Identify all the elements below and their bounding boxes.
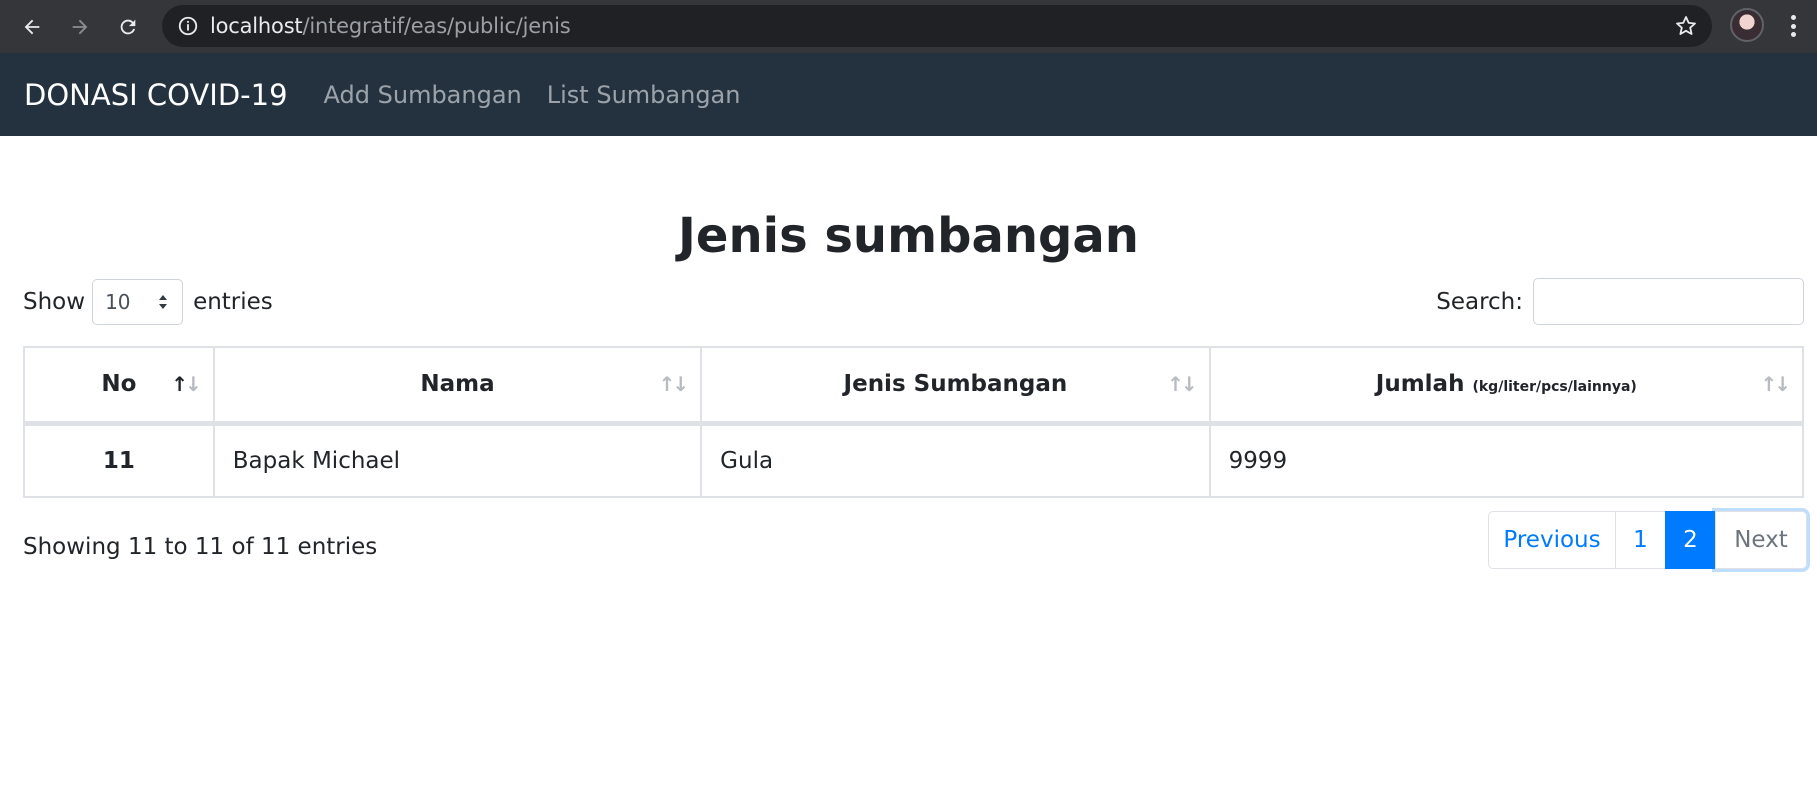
- nav-link-list-sumbangan[interactable]: List Sumbangan: [547, 81, 741, 109]
- info-icon[interactable]: [176, 14, 200, 38]
- browser-toolbar: localhost/integratif/eas/public/jenis: [0, 0, 1817, 53]
- forward-arrow-icon[interactable]: [63, 10, 97, 44]
- column-header-no[interactable]: No ↑↓: [23, 346, 215, 426]
- search-control: Search:: [1436, 278, 1804, 325]
- bookmark-star-icon[interactable]: [1674, 14, 1698, 38]
- reload-icon[interactable]: [111, 10, 145, 44]
- column-header-jenis-label: Jenis Sumbangan: [843, 371, 1068, 398]
- sort-ascending-icon: ↑↓: [171, 372, 201, 396]
- app-navbar: DONASI COVID-19 Add Sumbangan List Sumba…: [0, 53, 1817, 136]
- pagination-page-2[interactable]: 2: [1665, 511, 1716, 569]
- navbar-brand[interactable]: DONASI COVID-19: [24, 78, 288, 112]
- back-arrow-icon[interactable]: [15, 10, 49, 44]
- address-bar[interactable]: localhost/integratif/eas/public/jenis: [162, 5, 1712, 47]
- length-control: Show 10 entries: [23, 279, 273, 325]
- show-label: Show: [23, 289, 86, 315]
- pagination-next[interactable]: Next: [1715, 511, 1807, 569]
- search-input[interactable]: [1533, 278, 1804, 325]
- cell-no: 11: [23, 422, 215, 498]
- sort-icon: ↑↓: [658, 372, 689, 396]
- column-header-jumlah[interactable]: Jumlah (kg/liter/pcs/lainnya) ↑↓: [1208, 346, 1805, 426]
- url-path: /integratif/eas/public/jenis: [302, 14, 571, 38]
- pagination: Previous 1 2 Next: [1488, 511, 1807, 569]
- cell-jumlah: 9999: [1208, 422, 1805, 498]
- column-header-no-label: No: [101, 371, 137, 398]
- page-title: Jenis sumbangan: [678, 208, 1139, 264]
- column-header-jumlah-unit: (kg/liter/pcs/lainnya): [1472, 379, 1637, 396]
- cell-nama: Bapak Michael: [212, 422, 703, 498]
- entries-label: entries: [193, 289, 273, 315]
- entries-select-value: 10: [105, 290, 131, 314]
- pagination-page-1[interactable]: 1: [1615, 511, 1666, 569]
- profile-avatar[interactable]: [1730, 8, 1764, 42]
- search-label: Search:: [1436, 288, 1523, 315]
- cell-jenis: Gula: [700, 422, 1211, 498]
- column-header-nama[interactable]: Nama ↑↓: [212, 346, 703, 426]
- column-header-nama-label: Nama: [420, 371, 495, 398]
- table-row: 11 Bapak Michael Gula 9999: [23, 422, 1805, 498]
- nav-link-add-sumbangan[interactable]: Add Sumbangan: [324, 81, 522, 109]
- more-menu-icon[interactable]: [1783, 12, 1803, 40]
- select-caret-icon: [159, 295, 168, 309]
- url-text: localhost/integratif/eas/public/jenis: [210, 14, 571, 38]
- table-header-row: No ↑↓ Nama ↑↓ Jenis Sumbangan ↑↓ Jumlah …: [23, 346, 1805, 426]
- jenis-table: No ↑↓ Nama ↑↓ Jenis Sumbangan ↑↓ Jumlah …: [23, 346, 1805, 498]
- column-header-jenis[interactable]: Jenis Sumbangan ↑↓: [700, 346, 1211, 426]
- table-info: Showing 11 to 11 of 11 entries: [23, 534, 378, 560]
- url-host: localhost: [210, 14, 303, 38]
- sort-icon: ↑↓: [1760, 372, 1790, 396]
- column-header-jumlah-label: Jumlah: [1375, 371, 1465, 398]
- pagination-previous[interactable]: Previous: [1488, 511, 1616, 569]
- entries-select[interactable]: 10: [92, 279, 184, 325]
- sort-icon: ↑↓: [1167, 372, 1197, 396]
